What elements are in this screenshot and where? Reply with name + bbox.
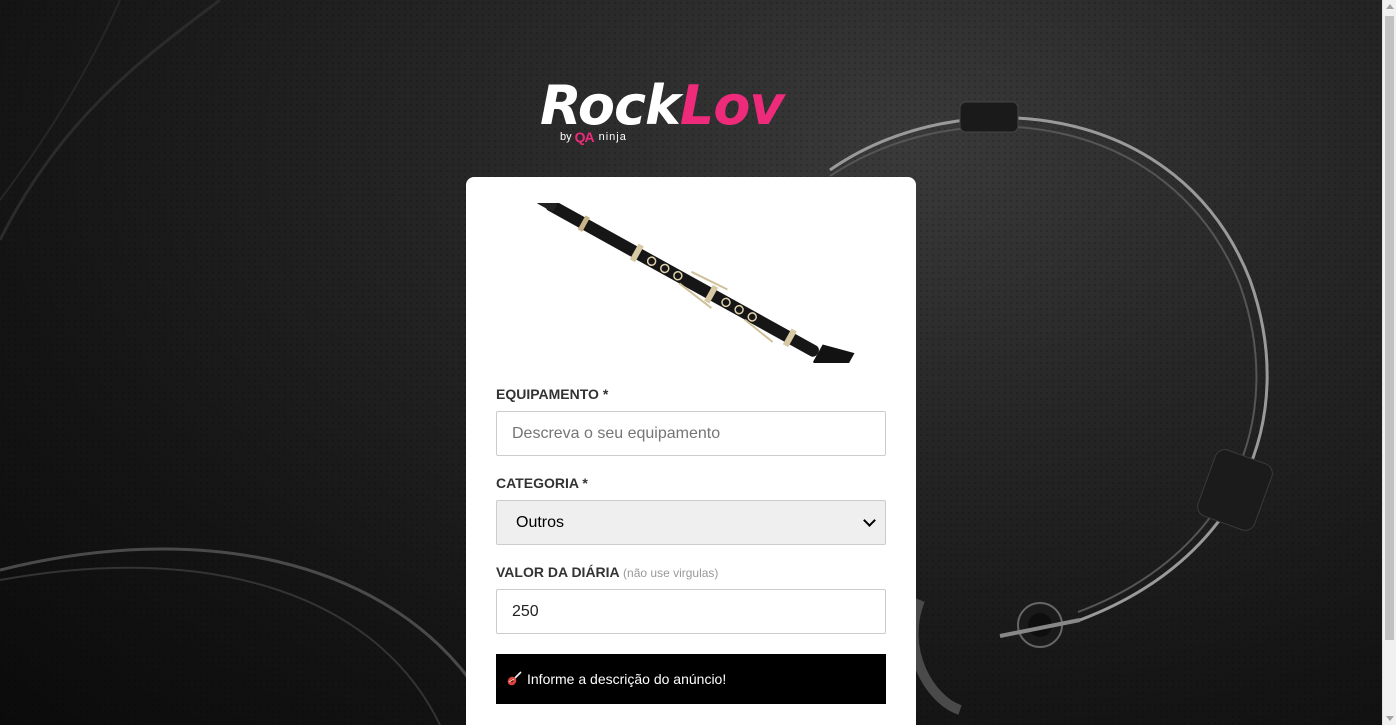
chevron-down-icon: [863, 514, 876, 527]
category-label: CATEGORIA *: [496, 475, 588, 491]
equipment-input[interactable]: [496, 411, 886, 456]
ninja-text: ninja: [598, 131, 627, 143]
logo-by-text: by: [560, 131, 572, 143]
price-hint: (não use virgulas): [623, 566, 719, 580]
qa-text: QA: [574, 129, 595, 145]
alert-message: Informe a descrição do anúncio!: [527, 671, 727, 687]
logo-byline: by QA ninja: [560, 129, 627, 145]
scrollbar-thumb[interactable]: [1385, 16, 1394, 640]
scroll-down-arrow-icon[interactable]: [1386, 716, 1394, 721]
logo-wordmark: RockLov: [540, 74, 785, 137]
scroll-up-arrow-icon[interactable]: [1386, 4, 1394, 9]
page: RockLov by QA ninja EQUIPAMENTO * Descre…: [0, 0, 1396, 725]
rocklov-logo: RockLov by QA ninja: [540, 76, 850, 146]
price-label-text: VALOR DA DIÁRIA: [496, 564, 620, 580]
guitar-icon: [507, 671, 522, 686]
clarinet-thumbnail[interactable]: [506, 203, 876, 363]
validation-alert: Informe a descrição do anúncio!: [496, 654, 886, 704]
equipment-form-card: EQUIPAMENTO * CATEGORIA * Outros VALOR D…: [466, 177, 916, 725]
vertical-scrollbar[interactable]: [1382, 0, 1396, 725]
qaninja-logo: QA: [574, 129, 595, 145]
logo-rock-text: Rock: [540, 74, 681, 137]
category-selected-value: Outros: [516, 513, 565, 531]
price-label: VALOR DA DIÁRIA (não use virgulas): [496, 564, 718, 580]
equipment-label: EQUIPAMENTO *: [496, 386, 609, 402]
logo-lov-text: Lov: [679, 74, 785, 137]
price-input[interactable]: [496, 589, 886, 634]
category-select[interactable]: Outros: [496, 500, 886, 545]
